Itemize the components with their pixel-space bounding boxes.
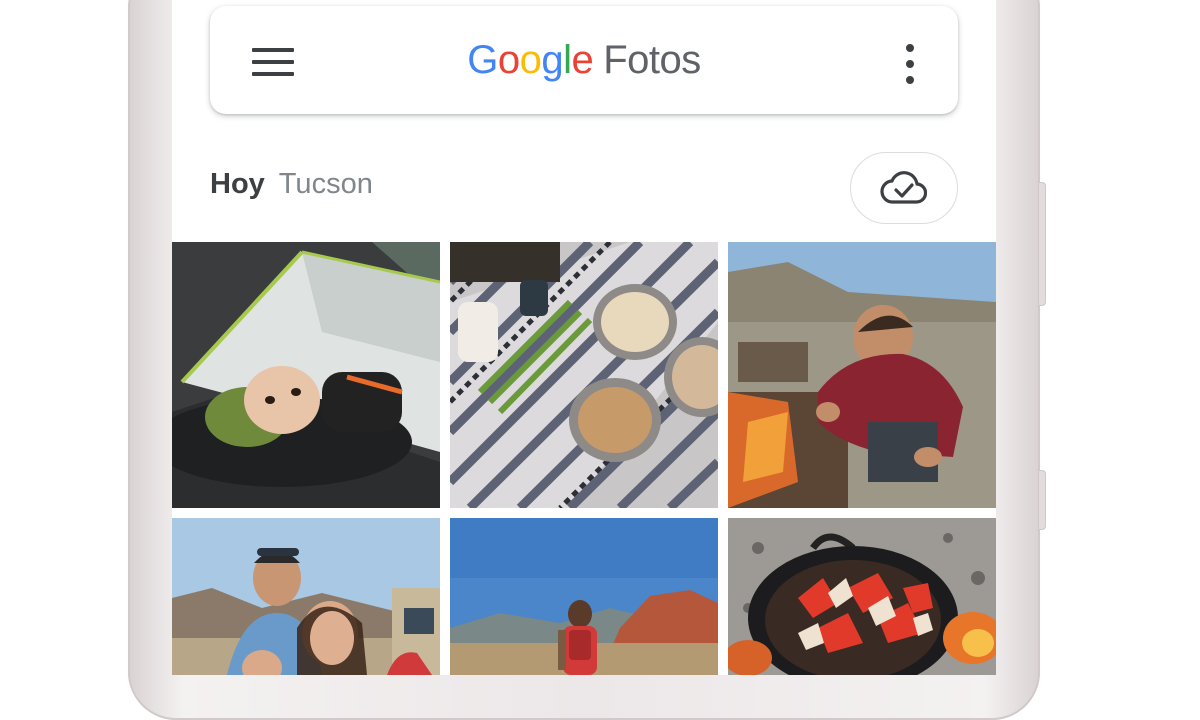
date-label: Hoy <box>210 168 265 200</box>
logo-letter: e <box>571 38 594 82</box>
cloud-check-icon <box>880 171 927 204</box>
photo-tile[interactable] <box>450 242 718 508</box>
app-logo: Google Fotos <box>210 38 958 83</box>
photo-tile[interactable] <box>450 518 718 675</box>
more-vertical-icon[interactable] <box>900 42 920 86</box>
photo-tent-child <box>172 242 440 508</box>
phone-screen: Google Fotos Hoy Tucson <box>172 0 996 675</box>
location-label: Tucson <box>278 168 373 200</box>
photo-tile[interactable] <box>728 518 996 675</box>
phone-side-button <box>1038 182 1046 306</box>
google-wordmark: Google <box>467 38 594 82</box>
photo-hiker <box>450 518 718 675</box>
photo-dutch-oven <box>728 518 996 675</box>
logo-letter: o <box>497 38 520 82</box>
photo-tile[interactable] <box>728 242 996 508</box>
photo-man-fire <box>728 242 996 508</box>
photo-camp-food <box>450 242 718 508</box>
photo-tile[interactable] <box>172 518 440 675</box>
backup-button[interactable] <box>850 152 958 224</box>
logo-letter: g <box>541 38 564 82</box>
phone-side-button <box>1038 470 1046 530</box>
logo-letter: o <box>519 38 542 82</box>
logo-letter: G <box>467 38 498 82</box>
photo-family-selfie <box>172 518 440 675</box>
date-header: Hoy Tucson <box>210 168 373 201</box>
photo-tile[interactable] <box>172 242 440 508</box>
product-name: Fotos <box>603 38 701 82</box>
app-bar: Google Fotos <box>210 6 958 114</box>
